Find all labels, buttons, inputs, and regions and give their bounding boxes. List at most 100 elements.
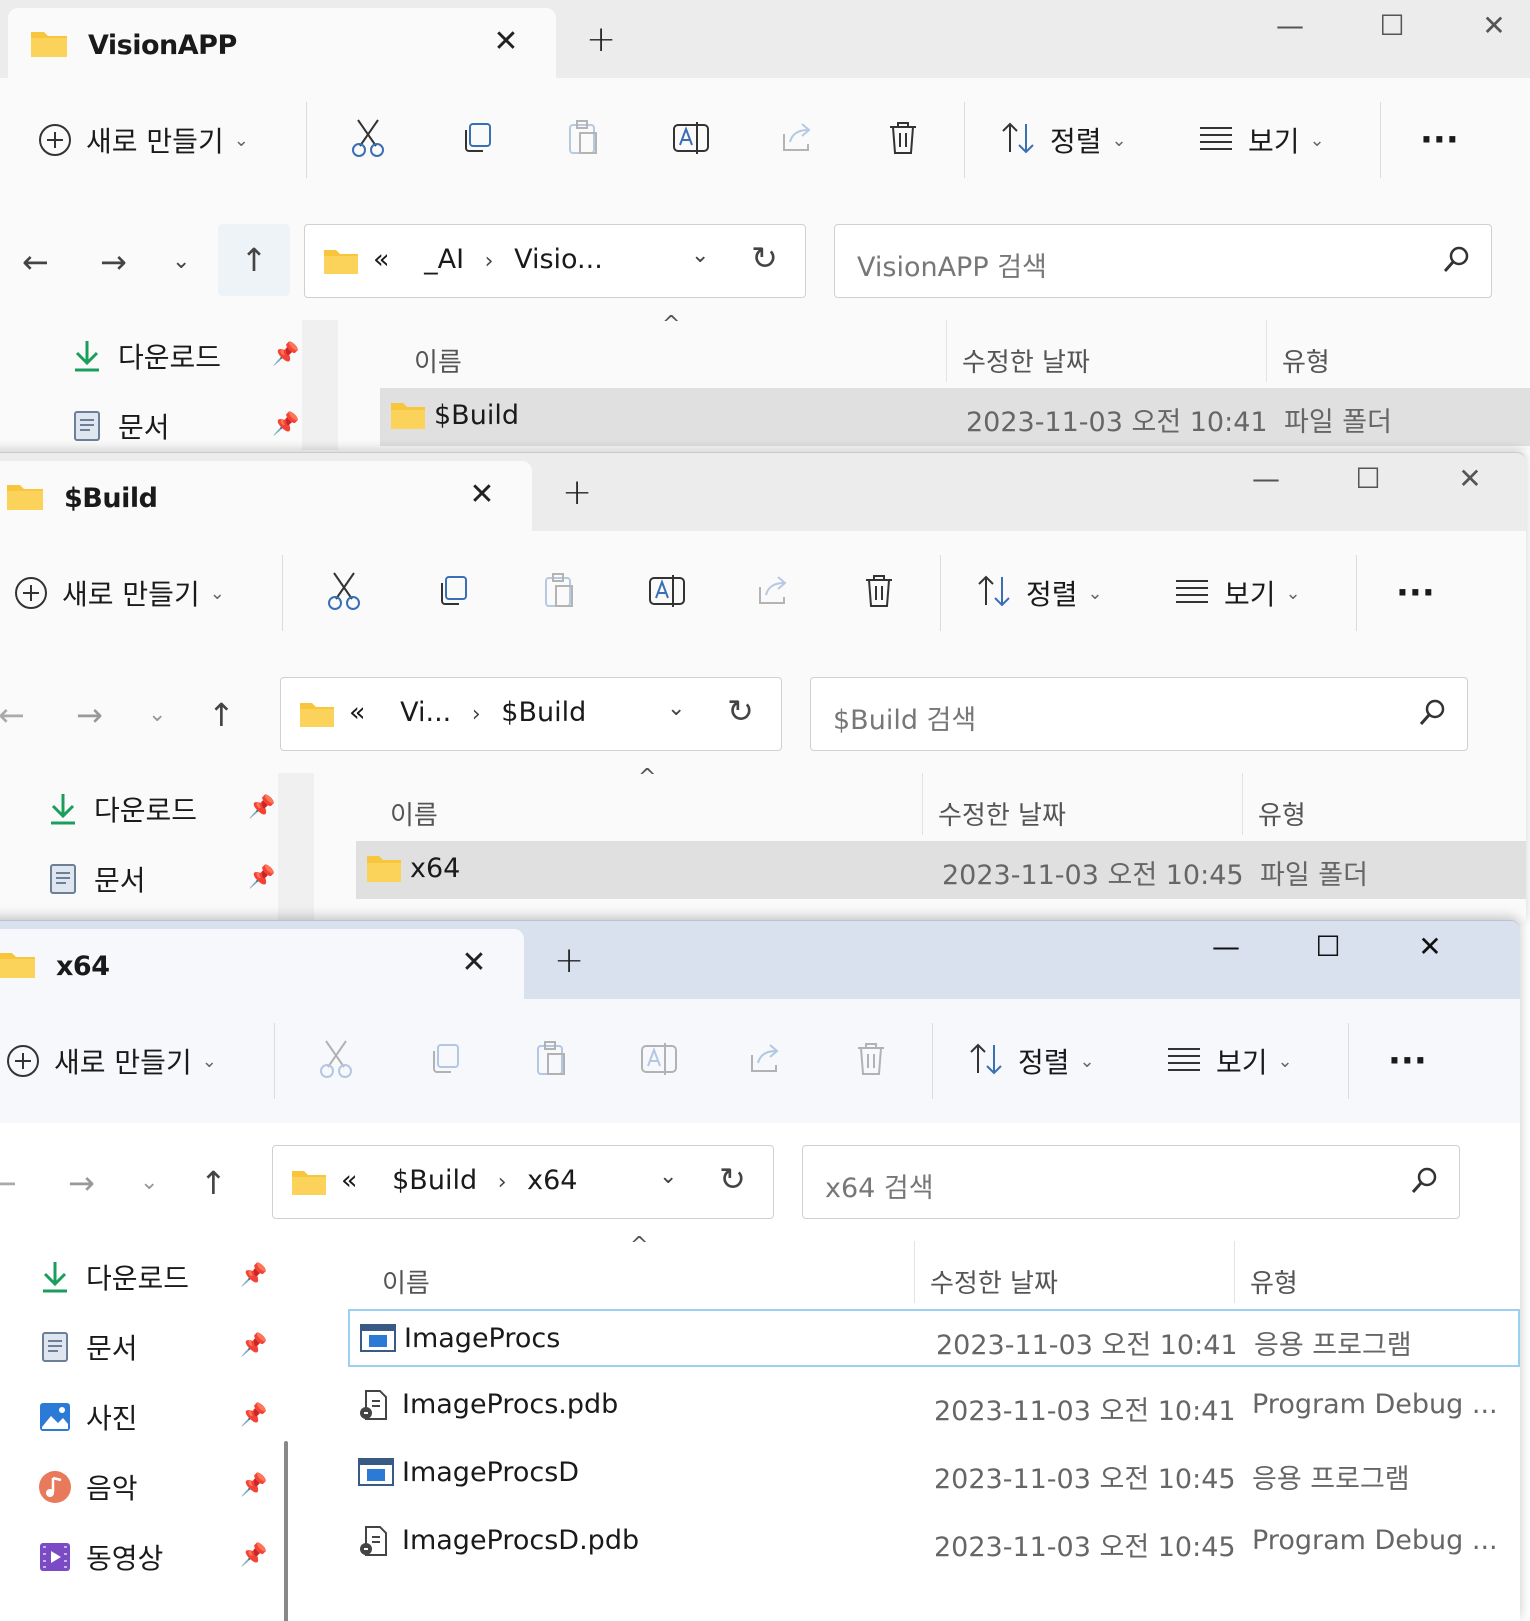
column-header-name[interactable]: 이름 (390, 795, 438, 832)
file-row[interactable]: ImageProcsD.pdb 2023-11-03 오전 10:45 Prog… (348, 1513, 1520, 1571)
column-header-type[interactable]: 유형 (1258, 795, 1306, 832)
sidebar-item-downloads[interactable]: 다운로드 (70, 336, 221, 376)
refresh-icon[interactable]: ↻ (727, 692, 754, 730)
file-row[interactable]: ImageProcs.pdb 2023-11-03 오전 10:41 Progr… (348, 1377, 1520, 1435)
column-divider[interactable] (946, 320, 947, 382)
column-header-name[interactable]: 이름 (382, 1263, 430, 1300)
maximize-button[interactable]: ☐ (1304, 927, 1352, 967)
pin-icon[interactable]: 📌 (240, 1263, 267, 1288)
copy-button[interactable] (458, 118, 494, 162)
more-options-button[interactable]: ··· (1396, 571, 1435, 615)
close-window-button[interactable]: ✕ (1406, 927, 1454, 967)
paste-button[interactable] (566, 118, 602, 162)
pin-icon[interactable]: 📌 (240, 1403, 267, 1428)
forward-arrow-icon[interactable]: → (76, 695, 103, 735)
share-button[interactable] (748, 1039, 784, 1083)
tab-x64[interactable]: x64 ✕ (0, 929, 524, 999)
sort-button[interactable]: 정렬 ⌄ (968, 1039, 1095, 1083)
new-button[interactable]: 새로 만들기 ⌄ (6, 1039, 217, 1083)
breadcrumb-overflow[interactable]: « (341, 1165, 358, 1196)
share-button[interactable] (756, 571, 792, 615)
close-window-button[interactable]: ✕ (1446, 459, 1494, 499)
new-tab-button[interactable]: + (562, 473, 592, 513)
forward-arrow-icon[interactable]: → (100, 242, 127, 282)
column-divider[interactable] (922, 773, 923, 835)
column-header-type[interactable]: 유형 (1250, 1263, 1298, 1300)
file-row[interactable]: x64 2023-11-03 오전 10:45 파일 폴더 (356, 841, 1526, 899)
minimize-button[interactable]: — (1202, 927, 1250, 967)
back-arrow-icon[interactable]: ← (22, 242, 49, 282)
breadcrumb-overflow[interactable]: « (373, 244, 390, 275)
back-arrow-icon[interactable]: ← (0, 695, 25, 735)
minimize-button[interactable]: — (1266, 6, 1314, 46)
column-divider[interactable] (1242, 773, 1243, 835)
close-window-button[interactable]: ✕ (1470, 6, 1518, 46)
sidebar-item-documents[interactable]: 문서 (70, 406, 170, 446)
pin-icon[interactable]: 📌 (272, 412, 299, 437)
breadcrumb-item[interactable]: $Build (501, 697, 586, 728)
address-bar[interactable]: « $Build › x64 ⌄ ↻ (272, 1145, 774, 1219)
tab-build[interactable]: $Build ✕ (0, 461, 532, 531)
view-button[interactable]: 보기 ⌄ (1198, 118, 1325, 162)
tab-visionapp[interactable]: VisionAPP ✕ (8, 8, 556, 78)
new-tab-button[interactable]: + (554, 941, 584, 981)
sort-button[interactable]: 정렬 ⌄ (1000, 118, 1127, 162)
column-header-name[interactable]: 이름 (414, 342, 462, 379)
pin-icon[interactable]: 📌 (248, 865, 275, 890)
sidebar-item-documents[interactable]: 문서 (46, 859, 146, 899)
pin-icon[interactable]: 📌 (248, 795, 275, 820)
column-divider[interactable] (914, 1241, 915, 1303)
file-row[interactable]: ImageProcs 2023-11-03 오전 10:41 응용 프로그램 (348, 1309, 1520, 1367)
address-bar[interactable]: « _AI › Visio... ⌄ ↻ (304, 224, 806, 298)
address-dropdown-icon[interactable]: ⌄ (691, 243, 709, 268)
new-button[interactable]: 새로 만들기 ⌄ (38, 118, 249, 162)
recent-locations-chevron-icon[interactable]: ⌄ (172, 242, 190, 282)
maximize-button[interactable]: ☐ (1344, 459, 1392, 499)
up-arrow-icon[interactable]: ↑ (200, 1163, 227, 1203)
navigation-scrollbar[interactable] (270, 1241, 306, 1621)
navigation-scrollbar[interactable] (302, 320, 338, 450)
column-divider[interactable] (1234, 1241, 1235, 1303)
sidebar-item-pictures[interactable]: 사진 (38, 1397, 138, 1437)
column-header-date[interactable]: 수정한 날짜 (930, 1263, 1058, 1300)
search-box[interactable]: $Build 검색 (810, 677, 1468, 751)
copy-button[interactable] (426, 1039, 462, 1083)
file-row[interactable]: $Build 2023-11-03 오전 10:41 파일 폴더 (380, 388, 1530, 446)
search-box[interactable]: VisionAPP 검색 (834, 224, 1492, 298)
sidebar-item-music[interactable]: 음악 (38, 1467, 138, 1507)
refresh-icon[interactable]: ↻ (751, 239, 778, 277)
pin-icon[interactable]: 📌 (240, 1333, 267, 1358)
view-button[interactable]: 보기 ⌄ (1174, 571, 1301, 615)
address-bar[interactable]: « Vi... › $Build ⌄ ↻ (280, 677, 782, 751)
breadcrumb-item[interactable]: Visio... (514, 244, 603, 275)
address-dropdown-icon[interactable]: ⌄ (659, 1164, 677, 1189)
pin-icon[interactable]: 📌 (272, 342, 299, 367)
column-header-date[interactable]: 수정한 날짜 (962, 342, 1090, 379)
delete-button[interactable] (862, 571, 896, 615)
sidebar-item-videos[interactable]: 동영상 (38, 1537, 163, 1577)
column-header-date[interactable]: 수정한 날짜 (938, 795, 1066, 832)
close-tab-icon[interactable]: ✕ (486, 22, 526, 62)
breadcrumb-item[interactable]: $Build (392, 1165, 477, 1196)
new-tab-button[interactable]: + (586, 20, 616, 60)
up-arrow-icon[interactable]: ↑ (218, 224, 290, 296)
cut-button[interactable] (350, 118, 386, 162)
cut-button[interactable] (326, 571, 362, 615)
view-button[interactable]: 보기 ⌄ (1166, 1039, 1293, 1083)
new-button[interactable]: 새로 만들기 ⌄ (14, 571, 225, 615)
paste-button[interactable] (534, 1039, 570, 1083)
more-options-button[interactable]: ··· (1420, 118, 1459, 162)
paste-button[interactable] (542, 571, 578, 615)
recent-locations-chevron-icon[interactable]: ⌄ (148, 695, 166, 735)
forward-arrow-icon[interactable]: → (68, 1163, 95, 1203)
pin-icon[interactable]: 📌 (240, 1543, 267, 1568)
close-tab-icon[interactable]: ✕ (454, 943, 494, 983)
share-button[interactable] (780, 118, 816, 162)
maximize-button[interactable]: ☐ (1368, 6, 1416, 46)
minimize-button[interactable]: — (1242, 459, 1290, 499)
copy-button[interactable] (434, 571, 470, 615)
pin-icon[interactable]: 📌 (240, 1473, 267, 1498)
column-header-type[interactable]: 유형 (1282, 342, 1330, 379)
breadcrumb-overflow[interactable]: « (349, 697, 366, 728)
sidebar-item-downloads[interactable]: 다운로드 (38, 1257, 189, 1297)
